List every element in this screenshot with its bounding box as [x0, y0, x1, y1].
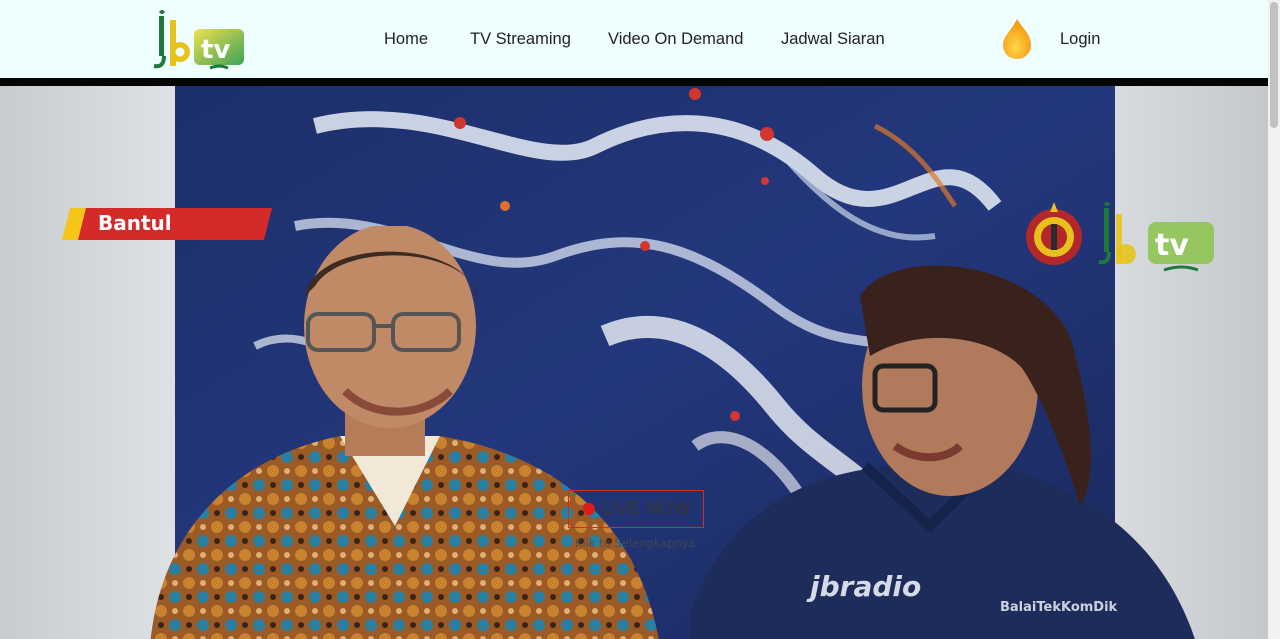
- interviewer-figure: jbradio BalaiTekKomDik: [690, 265, 1195, 639]
- location-label: Bantul: [98, 211, 172, 235]
- scrollbar-thumb[interactable]: [1270, 2, 1278, 128]
- svg-text:BalaiTekKomDik: BalaiTekKomDik: [1000, 600, 1118, 615]
- nav-tv-streaming[interactable]: TV Streaming: [470, 30, 571, 49]
- nav-jadwal-siaran[interactable]: Jadwal Siaran: [781, 30, 885, 49]
- logo-tv-text: tv: [201, 35, 230, 65]
- location-badge: Bantul: [62, 208, 272, 240]
- interviewee-figure: [150, 226, 659, 639]
- top-navbar: tv Home TV Streaming Video On Demand Jad…: [0, 0, 1268, 86]
- flame-icon[interactable]: [1000, 18, 1034, 60]
- live-now-button[interactable]: LIVE NOW: [568, 490, 704, 528]
- nav-video-on-demand[interactable]: Video On Demand: [608, 30, 743, 49]
- page-scrollbar[interactable]: [1268, 0, 1280, 639]
- broadcast-watermark: tv: [1026, 202, 1214, 272]
- login-link[interactable]: Login: [1060, 30, 1100, 49]
- svg-text:jbradio: jbradio: [806, 570, 921, 603]
- watermark-tv-text: tv: [1155, 228, 1189, 263]
- live-now-label: LIVE NOW: [601, 499, 692, 519]
- keraton-emblem-icon: [1026, 202, 1082, 265]
- live-video-player[interactable]: jbradio BalaiTekKomDik Bantul LIVE NOW K…: [0, 86, 1268, 639]
- jbtv-logo[interactable]: tv: [150, 6, 250, 72]
- nav-home[interactable]: Home: [384, 30, 428, 49]
- live-indicator-icon: [583, 503, 595, 515]
- live-subtext[interactable]: Klik to Selengkapnya: [575, 536, 696, 550]
